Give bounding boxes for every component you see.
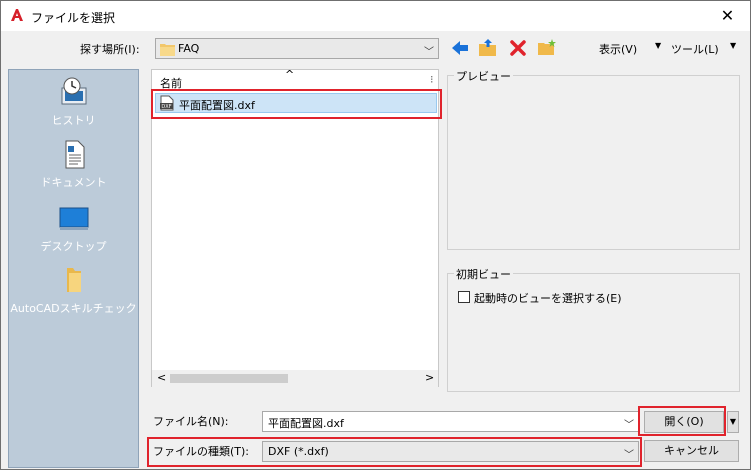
lookin-label: 探す場所(I):: [80, 43, 140, 56]
tools-menu[interactable]: ツール(L): [671, 41, 719, 57]
file-dialog: ファイルを選択 ✕ 探す場所(I): FAQ ﹀ 表示(V) ▼ ツール(L) …: [0, 0, 751, 470]
file-list[interactable]: 名前 ^ ⁝ DXF 平面配置図.dxf < >: [151, 68, 439, 387]
tools-dropdown-icon[interactable]: ▼: [730, 41, 736, 50]
place-history[interactable]: ヒストリ: [9, 76, 138, 128]
view-menu[interactable]: 表示(V): [599, 41, 637, 57]
folder-icon: [66, 268, 81, 292]
place-label: ドキュメント: [40, 176, 107, 189]
lookin-combo[interactable]: FAQ ﹀: [155, 38, 439, 59]
close-button[interactable]: ✕: [705, 1, 750, 31]
scroll-left-icon[interactable]: <: [157, 371, 166, 384]
places-bar: ヒストリ ドキュメント デスクトップ AutoCADスキルチェック: [8, 69, 139, 468]
open-button-label: 開く(O): [664, 415, 704, 428]
select-view-label: 起動時のビューを選択する(E): [474, 292, 622, 305]
file-name: 平面配置図.dxf: [179, 99, 255, 112]
view-dropdown-icon[interactable]: ▼: [655, 41, 661, 50]
sort-up-icon: ^: [285, 68, 295, 81]
place-label: デスクトップ: [40, 240, 107, 253]
place-autocad-skillcheck[interactable]: AutoCADスキルチェック: [9, 264, 138, 316]
filetype-combo[interactable]: DXF (*.dxf) ﹀: [262, 441, 639, 462]
place-label: ヒストリ: [51, 114, 96, 127]
window-title: ファイルを選択: [31, 11, 116, 25]
new-folder-icon[interactable]: [537, 38, 557, 58]
lookin-value: FAQ: [178, 42, 200, 55]
select-view-checkbox[interactable]: [458, 291, 470, 303]
scroll-thumb[interactable]: [170, 374, 288, 383]
dropdown-arrow-icon: ▼: [729, 417, 737, 426]
cancel-button[interactable]: キャンセル: [644, 440, 739, 462]
filename-label: ファイル名(N):: [153, 415, 229, 428]
list-item[interactable]: DXF 平面配置図.dxf: [155, 93, 437, 113]
up-folder-icon[interactable]: [478, 38, 498, 58]
history-icon: [61, 77, 86, 105]
horizontal-scrollbar[interactable]: < >: [152, 370, 438, 387]
folder-icon: [160, 44, 175, 56]
preview-group: プレビュー: [447, 68, 740, 250]
column-header-label: 名前: [160, 77, 182, 90]
preview-title: プレビュー: [454, 68, 513, 84]
delete-icon[interactable]: [508, 38, 528, 58]
chevron-down-icon[interactable]: ﹀: [624, 416, 634, 431]
title-bar: ファイルを選択 ✕: [1, 1, 750, 31]
place-documents[interactable]: ドキュメント: [9, 138, 138, 190]
place-label: AutoCADスキルチェック: [10, 302, 137, 315]
column-header-name[interactable]: 名前 ^ ⁝: [152, 68, 438, 90]
filetype-label: ファイルの種類(T):: [153, 445, 250, 458]
column-resize-handle[interactable]: ⁝: [430, 73, 434, 86]
filetype-value: DXF (*.dxf): [268, 445, 329, 458]
place-desktop[interactable]: デスクトップ: [9, 202, 138, 254]
open-options-button[interactable]: ▼: [727, 411, 739, 433]
documents-icon: [65, 140, 84, 169]
desktop-icon: [59, 207, 88, 230]
open-button[interactable]: 開く(O): [644, 411, 724, 433]
scroll-right-icon[interactable]: >: [425, 371, 434, 384]
autocad-logo-icon: [9, 7, 25, 23]
back-arrow-icon[interactable]: [450, 38, 470, 58]
close-icon: ✕: [720, 6, 735, 25]
initial-view-title: 初期ビュー: [454, 266, 513, 282]
dxf-file-icon: DXF: [160, 95, 174, 111]
chevron-down-icon: ﹀: [624, 450, 634, 461]
initial-view-group: 初期ビュー 起動時のビューを選択する(E): [447, 266, 740, 392]
dxf-badge-text: DXF: [161, 104, 171, 110]
chevron-down-icon: ﹀: [424, 47, 434, 58]
filename-input[interactable]: 平面配置図.dxf ﹀: [262, 411, 639, 432]
cancel-button-label: キャンセル: [664, 444, 719, 457]
filename-value: 平面配置図.dxf: [268, 417, 344, 430]
